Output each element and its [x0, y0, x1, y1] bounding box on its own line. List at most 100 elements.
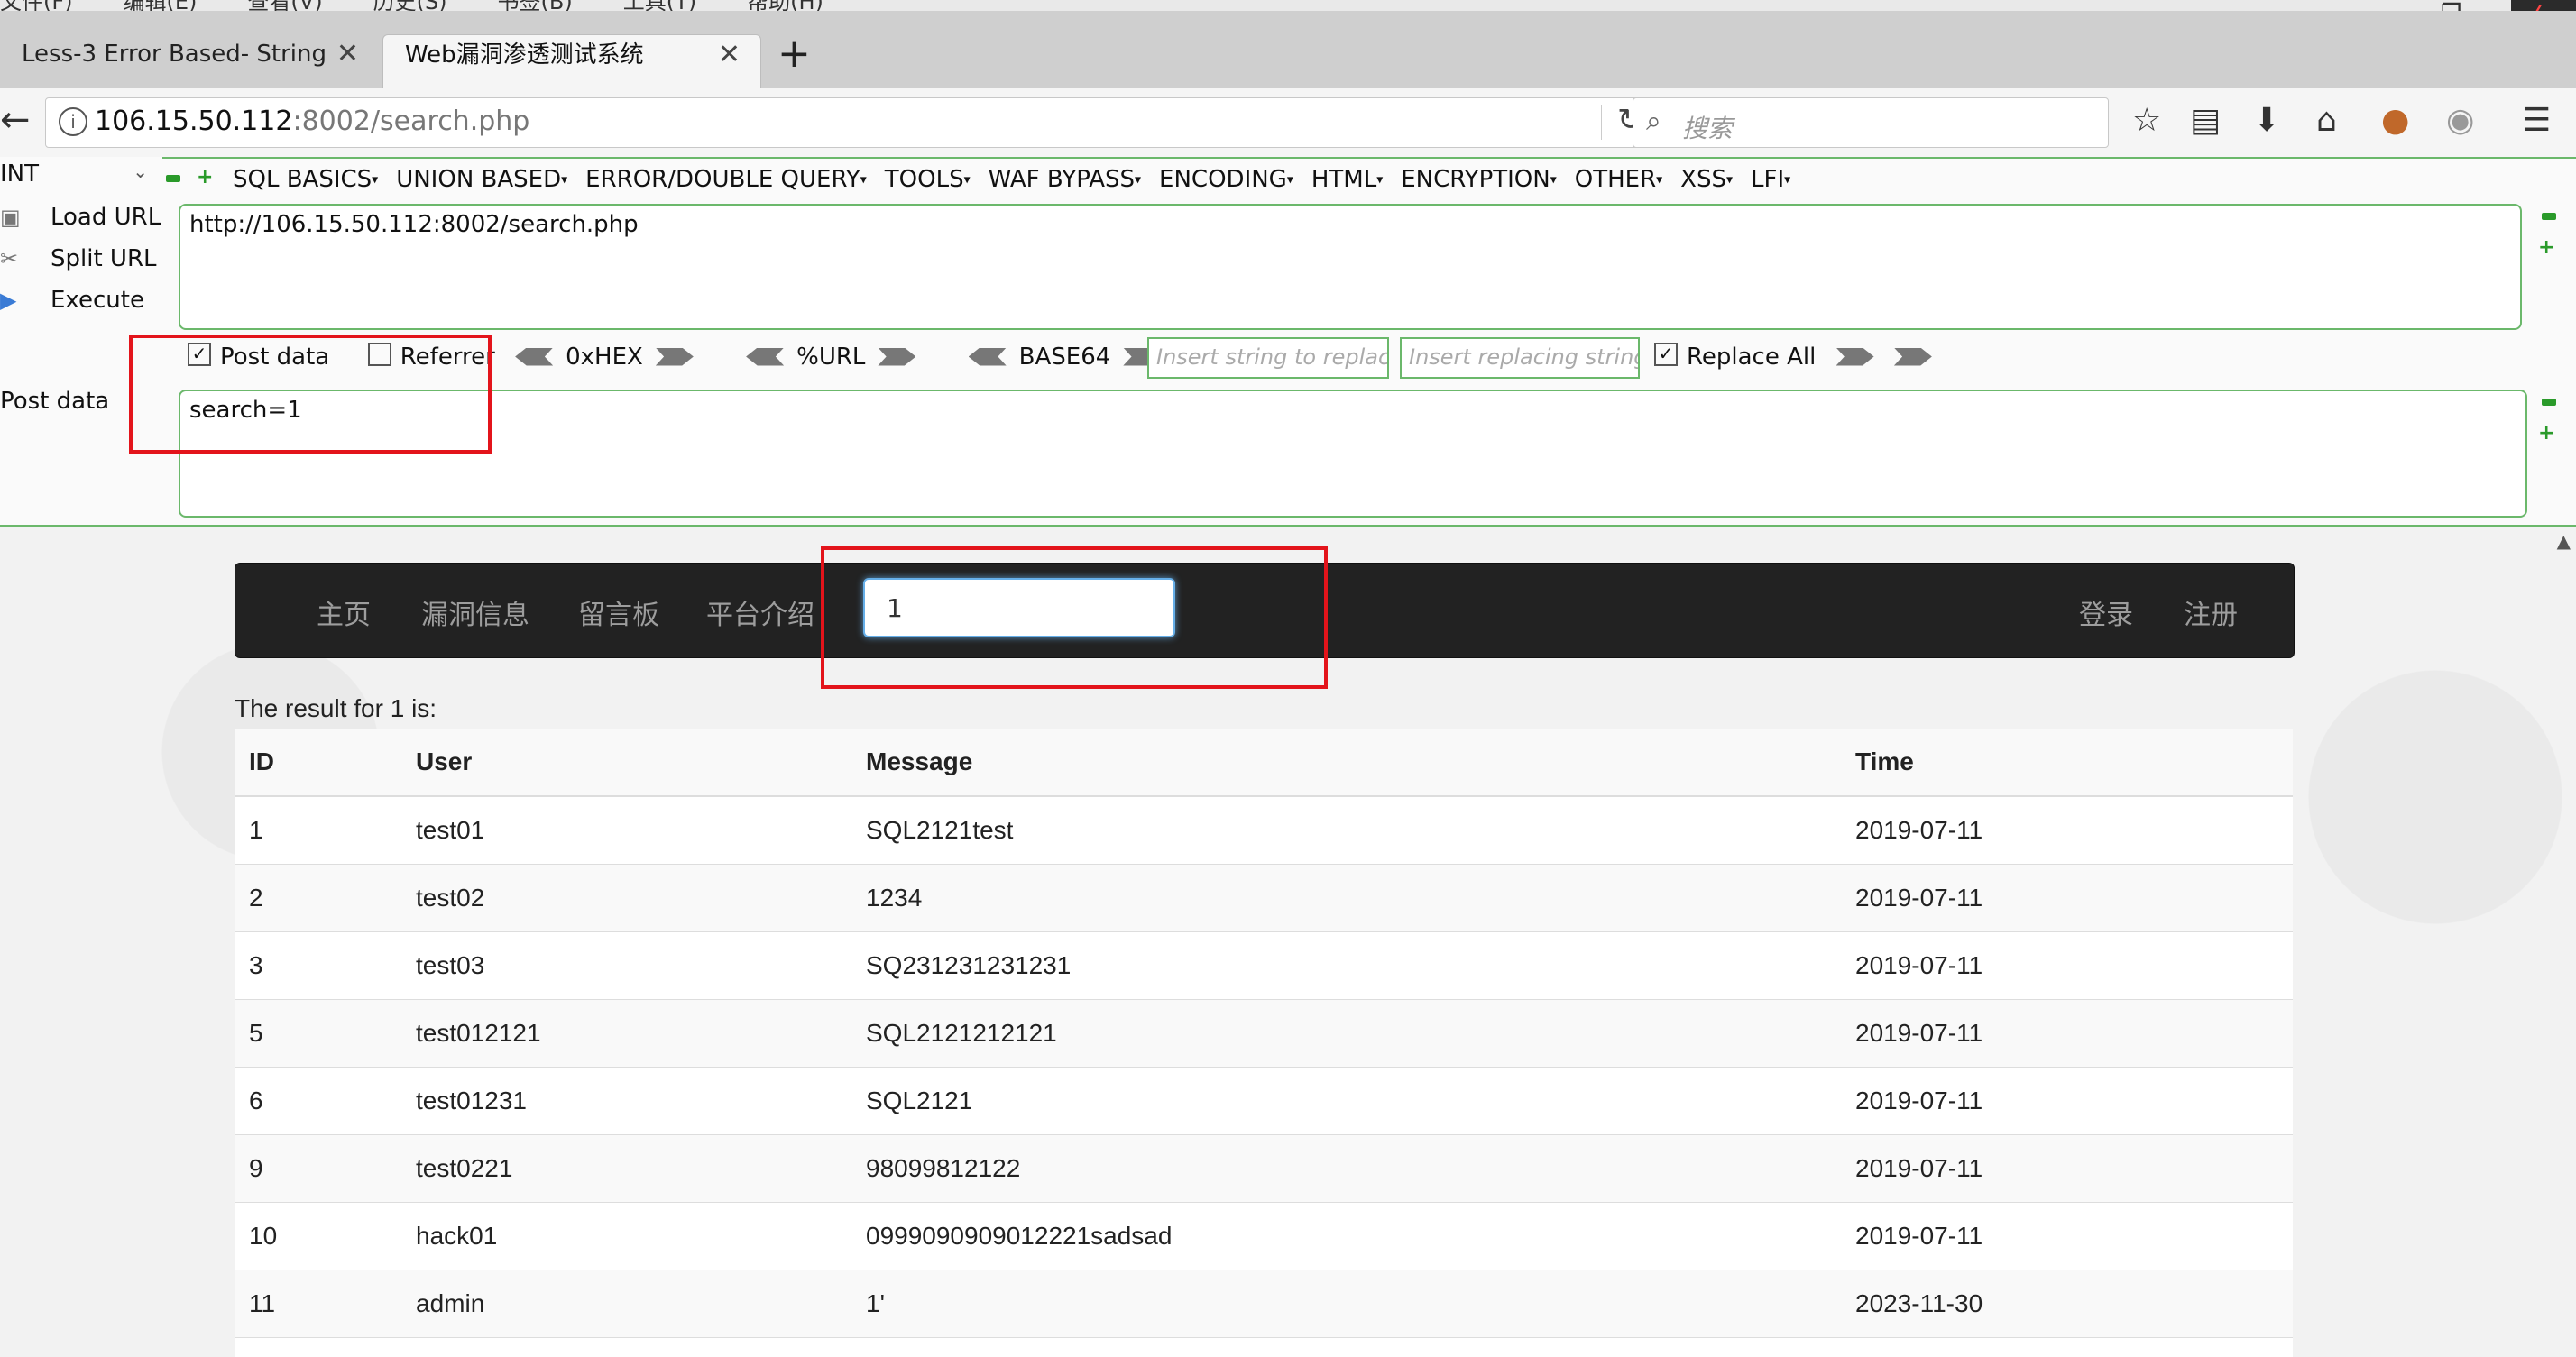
cell-id: 5 — [235, 999, 401, 1068]
post-data-textarea[interactable]: search=1 — [179, 390, 2527, 518]
hackbar-menu-label: ERROR/DOUBLE QUERY — [585, 166, 860, 193]
plus-icon[interactable]: + — [2538, 238, 2554, 258]
referrer-checkbox[interactable] — [367, 342, 391, 366]
window-menu-item[interactable]: 查看(V) — [247, 0, 322, 11]
hackbar-menu-item[interactable]: ERROR/DOUBLE QUERY▾ — [585, 166, 867, 193]
results-table: ID User Message Time 1 test01 SQL2121test 2… — [235, 729, 2293, 1357]
cell-user: test01231 — [401, 1067, 851, 1135]
hackbar-menu-item[interactable]: HTML▾ — [1311, 166, 1383, 193]
back-icon[interactable]: ← — [0, 101, 38, 142]
cell-user: test01 — [401, 795, 851, 865]
decode-hex-icon[interactable] — [515, 347, 554, 366]
encode-url-icon[interactable] — [878, 347, 916, 366]
hackbar-menu-item[interactable]: ENCRYPTION▾ — [1401, 166, 1557, 193]
cell-message: 1234 — [851, 864, 1841, 932]
url-textarea[interactable]: http://106.15.50.112:8002/search.php — [179, 204, 2522, 330]
injection-type-select[interactable]: INT ⌄ — [0, 160, 153, 193]
info-icon[interactable]: i — [59, 107, 87, 136]
star-icon[interactable]: ☆ — [2132, 103, 2161, 139]
tab-web-system[interactable]: Web漏洞渗透测试系统 ✕ — [382, 34, 761, 88]
tab-close-icon[interactable]: ✕ — [336, 34, 359, 74]
decode-url-icon[interactable] — [746, 347, 785, 366]
hackbar-menu-item[interactable]: WAF BYPASS▾ — [989, 166, 1141, 193]
nav-about[interactable]: 平台介绍 — [706, 592, 814, 632]
hackbar-menu-item[interactable]: UNION BASED▾ — [396, 166, 567, 193]
search-bar[interactable]: ⌕ 搜索 — [1633, 97, 2109, 148]
table-row: 5 test012121 SQL2121212121 2019-07-11 — [235, 999, 2293, 1068]
cell-message: SQL2121test — [851, 795, 1841, 865]
dropdown-arrow-icon: ▾ — [1135, 172, 1142, 188]
execute-label: Execute — [51, 287, 144, 314]
window-menu-item[interactable]: 书签(B) — [498, 0, 573, 11]
download-icon[interactable]: ⬇ — [2253, 103, 2280, 139]
hackbar-menu-label: LFI — [1751, 166, 1785, 193]
dropdown-arrow-icon: ▾ — [561, 172, 568, 188]
hackbar-menu-item[interactable]: XSS▾ — [1680, 166, 1733, 193]
cell-id: 6 — [235, 1067, 401, 1135]
table-row: 9 test0221 98099812122 2019-07-11 — [235, 1134, 2293, 1203]
extension-icon[interactable]: ● — [2381, 103, 2409, 139]
plus-icon[interactable]: + — [2538, 424, 2554, 444]
hackbar-options: ✓ Post data Referrer 0xHEX %URL BASE64 — [188, 342, 1173, 382]
page-content: ▲ 主页 漏洞信息 留言板 平台介绍 登录 注册 The result for … — [0, 527, 2576, 1357]
hackbar-menu-item[interactable]: SQL BASICS▾ — [233, 166, 378, 193]
scroll-up-icon[interactable]: ▲ — [2557, 530, 2571, 552]
home-icon[interactable]: ⌂ — [2316, 103, 2337, 139]
cell-time: 2019-07-11 — [1841, 795, 2293, 865]
post-data-checkbox-label: Post data — [220, 343, 330, 371]
plus-icon[interactable]: + — [197, 168, 213, 188]
cell-id: 1 — [235, 795, 401, 865]
window-menu-item[interactable]: 历史(S) — [373, 0, 447, 11]
window-menu-item[interactable]: 文件(F) — [0, 0, 73, 11]
tab-title: Web漏洞渗透测试系统 — [405, 41, 644, 69]
cell-id: 11 — [235, 1270, 401, 1338]
replace-string-input[interactable]: Insert string to replace — [1147, 337, 1389, 379]
replacing-string-input[interactable]: Insert replacing string — [1400, 337, 1640, 379]
load-url-button[interactable]: ▣ Load URL — [0, 204, 161, 231]
execute-button[interactable]: ▶ Execute — [0, 287, 144, 314]
hackbar-menu-item[interactable]: LFI▾ — [1751, 166, 1790, 193]
menu-icon[interactable]: ☰ — [2522, 103, 2551, 139]
window-menu-item[interactable]: 工具(T) — [623, 0, 696, 11]
replace-all-group: ✓ Replace All — [1654, 342, 1945, 382]
column-header-user: User — [401, 729, 851, 797]
register-link[interactable]: 注册 — [2184, 592, 2238, 632]
split-url-button[interactable]: ✂ Split URL — [0, 245, 157, 272]
tab-less3[interactable]: Less-3 Error Based- String (wit ✕ — [0, 34, 379, 88]
tab-close-icon[interactable]: ✕ — [718, 35, 741, 75]
hackbar-menu-item[interactable]: ENCODING▾ — [1159, 166, 1293, 193]
window-menu-item[interactable]: 帮助(H) — [747, 0, 823, 11]
cell-user: admin — [401, 1270, 851, 1338]
replace-next-icon[interactable] — [1893, 347, 1932, 366]
nav-guestbook[interactable]: 留言板 — [578, 592, 659, 632]
decode-base64-icon[interactable] — [968, 347, 1007, 366]
login-link[interactable]: 登录 — [2079, 592, 2133, 632]
minus-icon[interactable] — [166, 175, 180, 182]
circle-icon[interactable]: ◉ — [2446, 103, 2474, 139]
nav-vulns[interactable]: 漏洞信息 — [421, 592, 529, 632]
post-data-checkbox[interactable]: ✓ — [188, 342, 211, 366]
window-menu-item[interactable]: 编辑(E) — [124, 0, 198, 11]
hackbar-menu-item[interactable]: TOOLS▾ — [885, 166, 971, 193]
nav-home[interactable]: 主页 — [317, 592, 371, 632]
hackbar-menu-item[interactable]: OTHER▾ — [1575, 166, 1662, 193]
url-bar[interactable]: i 106.15.50.112:8002/search.php ↻ — [45, 97, 1643, 148]
replace-right-icon[interactable] — [1835, 347, 1874, 366]
hackbar-panel: INT ⌄ + SQL BASICS▾ UNION BASED▾ ERROR/DOU… — [0, 157, 2576, 527]
dropdown-arrow-icon: ▾ — [1656, 172, 1663, 188]
hackbar-menu-label: OTHER — [1574, 166, 1657, 193]
encode-hex-icon[interactable] — [655, 347, 694, 366]
replace-all-checkbox[interactable]: ✓ — [1654, 342, 1678, 366]
new-tab-button[interactable]: + — [777, 34, 811, 74]
cell-message: 0999090909012221sadsad — [851, 1202, 1841, 1270]
table-row: 10 hack01 0999090909012221sadsad 2019-07-11 — [235, 1202, 2293, 1270]
cell-time: 2019-07-11 — [1841, 931, 2293, 1000]
cell-user: test0221 — [401, 1134, 851, 1203]
site-search-input[interactable] — [863, 578, 1175, 637]
reader-icon[interactable]: ▤ — [2190, 103, 2221, 139]
minus-icon[interactable] — [2542, 213, 2556, 220]
url-encode-label: %URL — [796, 343, 866, 371]
cell-id: 3 — [235, 931, 401, 1000]
minus-icon[interactable] — [2542, 399, 2556, 406]
site-navbar: 主页 漏洞信息 留言板 平台介绍 登录 注册 — [235, 563, 2295, 658]
